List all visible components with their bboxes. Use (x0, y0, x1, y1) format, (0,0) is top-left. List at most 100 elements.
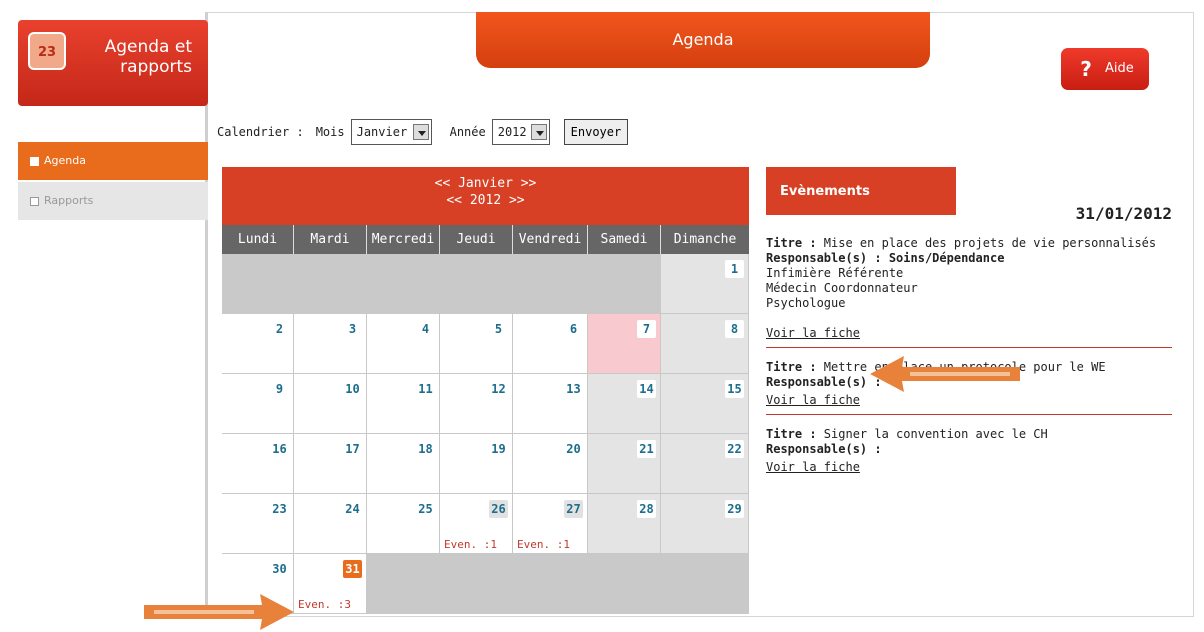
calendar-day[interactable]: 24 (294, 494, 367, 554)
day-number[interactable]: 28 (637, 500, 656, 518)
calendar-week: 30 31 Even. :3 (222, 554, 749, 614)
calendar-day[interactable]: 8 (661, 314, 749, 374)
selected-date: 31/01/2012 (1075, 204, 1172, 223)
calendar-day[interactable]: 4 (367, 314, 440, 374)
annee-select[interactable]: 2012 (491, 119, 550, 145)
day-number[interactable]: 14 (637, 380, 656, 398)
calendar-day[interactable]: 11 (367, 374, 440, 434)
weekday-mardi: Mardi (294, 225, 367, 254)
event-count-link[interactable]: Even. :1 (517, 538, 570, 551)
calendar-day[interactable]: 25 (367, 494, 440, 554)
calendar-day[interactable]: 15 (661, 374, 749, 434)
calendar-day[interactable]: 12 (440, 374, 513, 434)
weekday-vendredi: Vendredi (513, 225, 588, 254)
day-number[interactable]: 10 (343, 380, 362, 398)
day-number[interactable]: 16 (270, 440, 289, 458)
day-number[interactable]: 13 (564, 380, 583, 398)
calendar-grid: 1 2 3 4 5 6 7 8 9 10 11 12 13 14 15 16 17 18 19 20 21 22 23 24 2… (222, 254, 749, 614)
checkbox-icon (30, 196, 39, 206)
envoyer-button[interactable]: Envoyer (563, 119, 629, 145)
day-number[interactable]: 5 (489, 320, 508, 338)
day-number[interactable]: 15 (725, 380, 744, 398)
day-number[interactable]: 27 (564, 500, 583, 518)
sidebar-item-agenda[interactable]: Agenda (18, 142, 208, 180)
weekday-header: Lundi Mardi Mercredi Jeudi Vendredi Samedi Dim… (222, 225, 749, 254)
app-logo[interactable]: 23 Agenda et rapports (18, 20, 208, 106)
month-nav[interactable]: << Janvier >> (222, 175, 749, 192)
day-number[interactable]: 19 (489, 440, 508, 458)
calendar-empty-cell (513, 254, 588, 314)
event-responsable: Responsable(s) : Soins/Dépendance (766, 251, 1005, 265)
calendar-day[interactable]: 7 (588, 314, 661, 374)
calendar-day[interactable]: 3 (294, 314, 367, 374)
day-number[interactable]: 26 (489, 500, 508, 518)
calendar-day[interactable]: 20 (513, 434, 588, 494)
event-count-link[interactable]: Even. :1 (444, 538, 497, 551)
day-number[interactable]: 3 (343, 320, 362, 338)
day-number[interactable]: 29 (725, 500, 744, 518)
voir-la-fiche-link[interactable]: Voir la fiche (766, 326, 860, 341)
calendar-day[interactable]: 18 (367, 434, 440, 494)
page-title: Agenda (476, 12, 930, 68)
day-number[interactable]: 6 (564, 320, 583, 338)
event-title: Titre : Signer la convention avec le CH (766, 427, 1048, 441)
calendar-day[interactable]: 21 (588, 434, 661, 494)
day-number[interactable]: 12 (489, 380, 508, 398)
calendar-day[interactable]: 17 (294, 434, 367, 494)
day-number[interactable]: 17 (343, 440, 362, 458)
day-number[interactable]: 2 (270, 320, 289, 338)
sidebar-item-rapports[interactable]: Rapports (18, 182, 208, 220)
calendar-day[interactable]: 9 (222, 374, 294, 434)
calendar-day[interactable]: 27 Even. :1 (513, 494, 588, 554)
calendar-day[interactable]: 26 Even. :1 (440, 494, 513, 554)
day-number[interactable]: 23 (270, 500, 289, 518)
day-number[interactable]: 25 (416, 500, 435, 518)
day-number[interactable]: 21 (637, 440, 656, 458)
annee-label: Année (449, 125, 486, 139)
calendar-day[interactable]: 16 (222, 434, 294, 494)
event-role: Psychologue (766, 296, 846, 310)
calendar-day[interactable]: 5 (440, 314, 513, 374)
chevron-down-icon[interactable] (412, 124, 429, 140)
event-count-link[interactable]: Even. :3 (298, 598, 351, 611)
day-number[interactable]: 4 (416, 320, 435, 338)
day-number[interactable]: 22 (725, 440, 744, 458)
calendar-day[interactable]: 31 Even. :3 (294, 554, 367, 614)
voir-la-fiche-link[interactable]: Voir la fiche (766, 393, 860, 408)
calendar-day[interactable]: 29 (661, 494, 749, 554)
pointer-arrow-icon (144, 594, 294, 630)
calendar-day[interactable]: 6 (513, 314, 588, 374)
day-number[interactable]: 18 (416, 440, 435, 458)
calendar-empty-cell (294, 254, 367, 314)
day-number[interactable]: 8 (725, 320, 744, 338)
calendar-empty-cell (222, 254, 294, 314)
calendar-empty-cell (367, 554, 440, 614)
calendar-day[interactable]: 14 (588, 374, 661, 434)
day-number[interactable]: 31 (343, 560, 362, 578)
day-number[interactable]: 11 (416, 380, 435, 398)
calendar-day[interactable]: 2 (222, 314, 294, 374)
calendar-day[interactable]: 19 (440, 434, 513, 494)
day-number[interactable]: 7 (637, 320, 656, 338)
calendar-empty-cell (513, 554, 588, 614)
day-number[interactable]: 20 (564, 440, 583, 458)
year-nav[interactable]: << 2012 >> (222, 192, 749, 209)
calendar-empty-cell (661, 554, 749, 614)
calendar-day[interactable]: 1 (661, 254, 749, 314)
calendar-empty-cell (588, 254, 661, 314)
calendar-day[interactable]: 22 (661, 434, 749, 494)
calendar-empty-cell (367, 254, 440, 314)
day-number[interactable]: 30 (270, 560, 289, 578)
day-number[interactable]: 9 (270, 380, 289, 398)
calendar-day[interactable]: 23 (222, 494, 294, 554)
day-number[interactable]: 24 (343, 500, 362, 518)
day-number[interactable]: 1 (725, 260, 744, 278)
help-button[interactable]: ? Aide (1061, 48, 1149, 90)
mois-select[interactable]: Janvier (350, 119, 432, 145)
calendar-day[interactable]: 13 (513, 374, 588, 434)
calendar-day[interactable]: 28 (588, 494, 661, 554)
voir-la-fiche-link[interactable]: Voir la fiche (766, 460, 860, 475)
chevron-down-icon[interactable] (530, 124, 547, 140)
events-title: Evènements (766, 167, 956, 215)
calendar-day[interactable]: 10 (294, 374, 367, 434)
